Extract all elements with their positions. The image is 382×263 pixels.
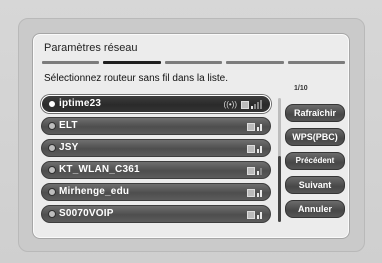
network-list: iptime23 ((•)) ELT JSY KT_WLAN_C361 Mirh…	[41, 95, 271, 227]
wizard-step-4	[226, 61, 284, 64]
network-name: KT_WLAN_C361	[59, 164, 140, 175]
signal-icon	[257, 144, 262, 153]
lock-icon	[247, 211, 255, 219]
network-name: S0070VOIP	[59, 208, 114, 219]
list-scrollbar[interactable]	[278, 98, 281, 222]
radio-icon	[48, 122, 56, 130]
lock-icon	[247, 145, 255, 153]
network-settings-dialog: Paramètres réseau Sélectionnez routeur s…	[32, 33, 350, 239]
wizard-step-2	[103, 61, 161, 64]
signal-icon	[257, 188, 262, 197]
network-row[interactable]: Mirhenge_edu	[41, 183, 271, 201]
radio-icon	[48, 100, 56, 108]
network-status	[247, 187, 262, 197]
wifi-secure-icon: ((•))	[223, 100, 237, 109]
network-status	[247, 121, 262, 131]
network-row[interactable]: JSY	[41, 139, 271, 157]
radio-icon	[48, 144, 56, 152]
scrollbar-thumb[interactable]	[278, 156, 281, 222]
wps-pbc-button[interactable]: WPS(PBC)	[285, 128, 345, 146]
instruction-text: Sélectionnez routeur sans fil dans la li…	[44, 73, 228, 84]
network-status	[247, 165, 262, 175]
next-button[interactable]: Suivant	[285, 176, 345, 194]
signal-icon	[257, 122, 262, 131]
lock-icon	[247, 123, 255, 131]
radio-icon	[48, 188, 56, 196]
network-name: JSY	[59, 142, 79, 153]
network-row[interactable]: iptime23 ((•))	[41, 95, 271, 113]
screen-frame: Paramètres réseau Sélectionnez routeur s…	[18, 18, 365, 252]
page-indicator: 1/10	[294, 85, 308, 92]
lock-icon	[247, 189, 255, 197]
network-name: Mirhenge_edu	[59, 186, 130, 197]
network-row[interactable]: ELT	[41, 117, 271, 135]
radio-icon	[48, 166, 56, 174]
network-row[interactable]: S0070VOIP	[41, 205, 271, 223]
dialog-title: Paramètres réseau	[44, 42, 138, 54]
network-row[interactable]: KT_WLAN_C361	[41, 161, 271, 179]
network-name: iptime23	[59, 98, 102, 109]
radio-icon	[48, 210, 56, 218]
network-status	[247, 143, 262, 153]
signal-icon	[251, 100, 262, 109]
wizard-step-5	[287, 61, 346, 64]
lock-icon	[247, 167, 255, 175]
lock-icon	[241, 101, 249, 109]
network-status: ((•))	[224, 99, 262, 109]
refresh-button[interactable]: Rafraîchir	[285, 104, 345, 122]
wizard-step-3	[164, 61, 223, 64]
wizard-progress	[42, 61, 346, 64]
wizard-step-1	[42, 61, 100, 64]
signal-icon	[257, 210, 262, 219]
signal-icon	[257, 166, 262, 175]
network-name: ELT	[59, 120, 78, 131]
action-buttons: Rafraîchir WPS(PBC) Précédent Suivant An…	[285, 104, 345, 224]
previous-button[interactable]: Précédent	[285, 152, 345, 170]
cancel-button[interactable]: Annuler	[285, 200, 345, 218]
network-status	[247, 209, 262, 219]
